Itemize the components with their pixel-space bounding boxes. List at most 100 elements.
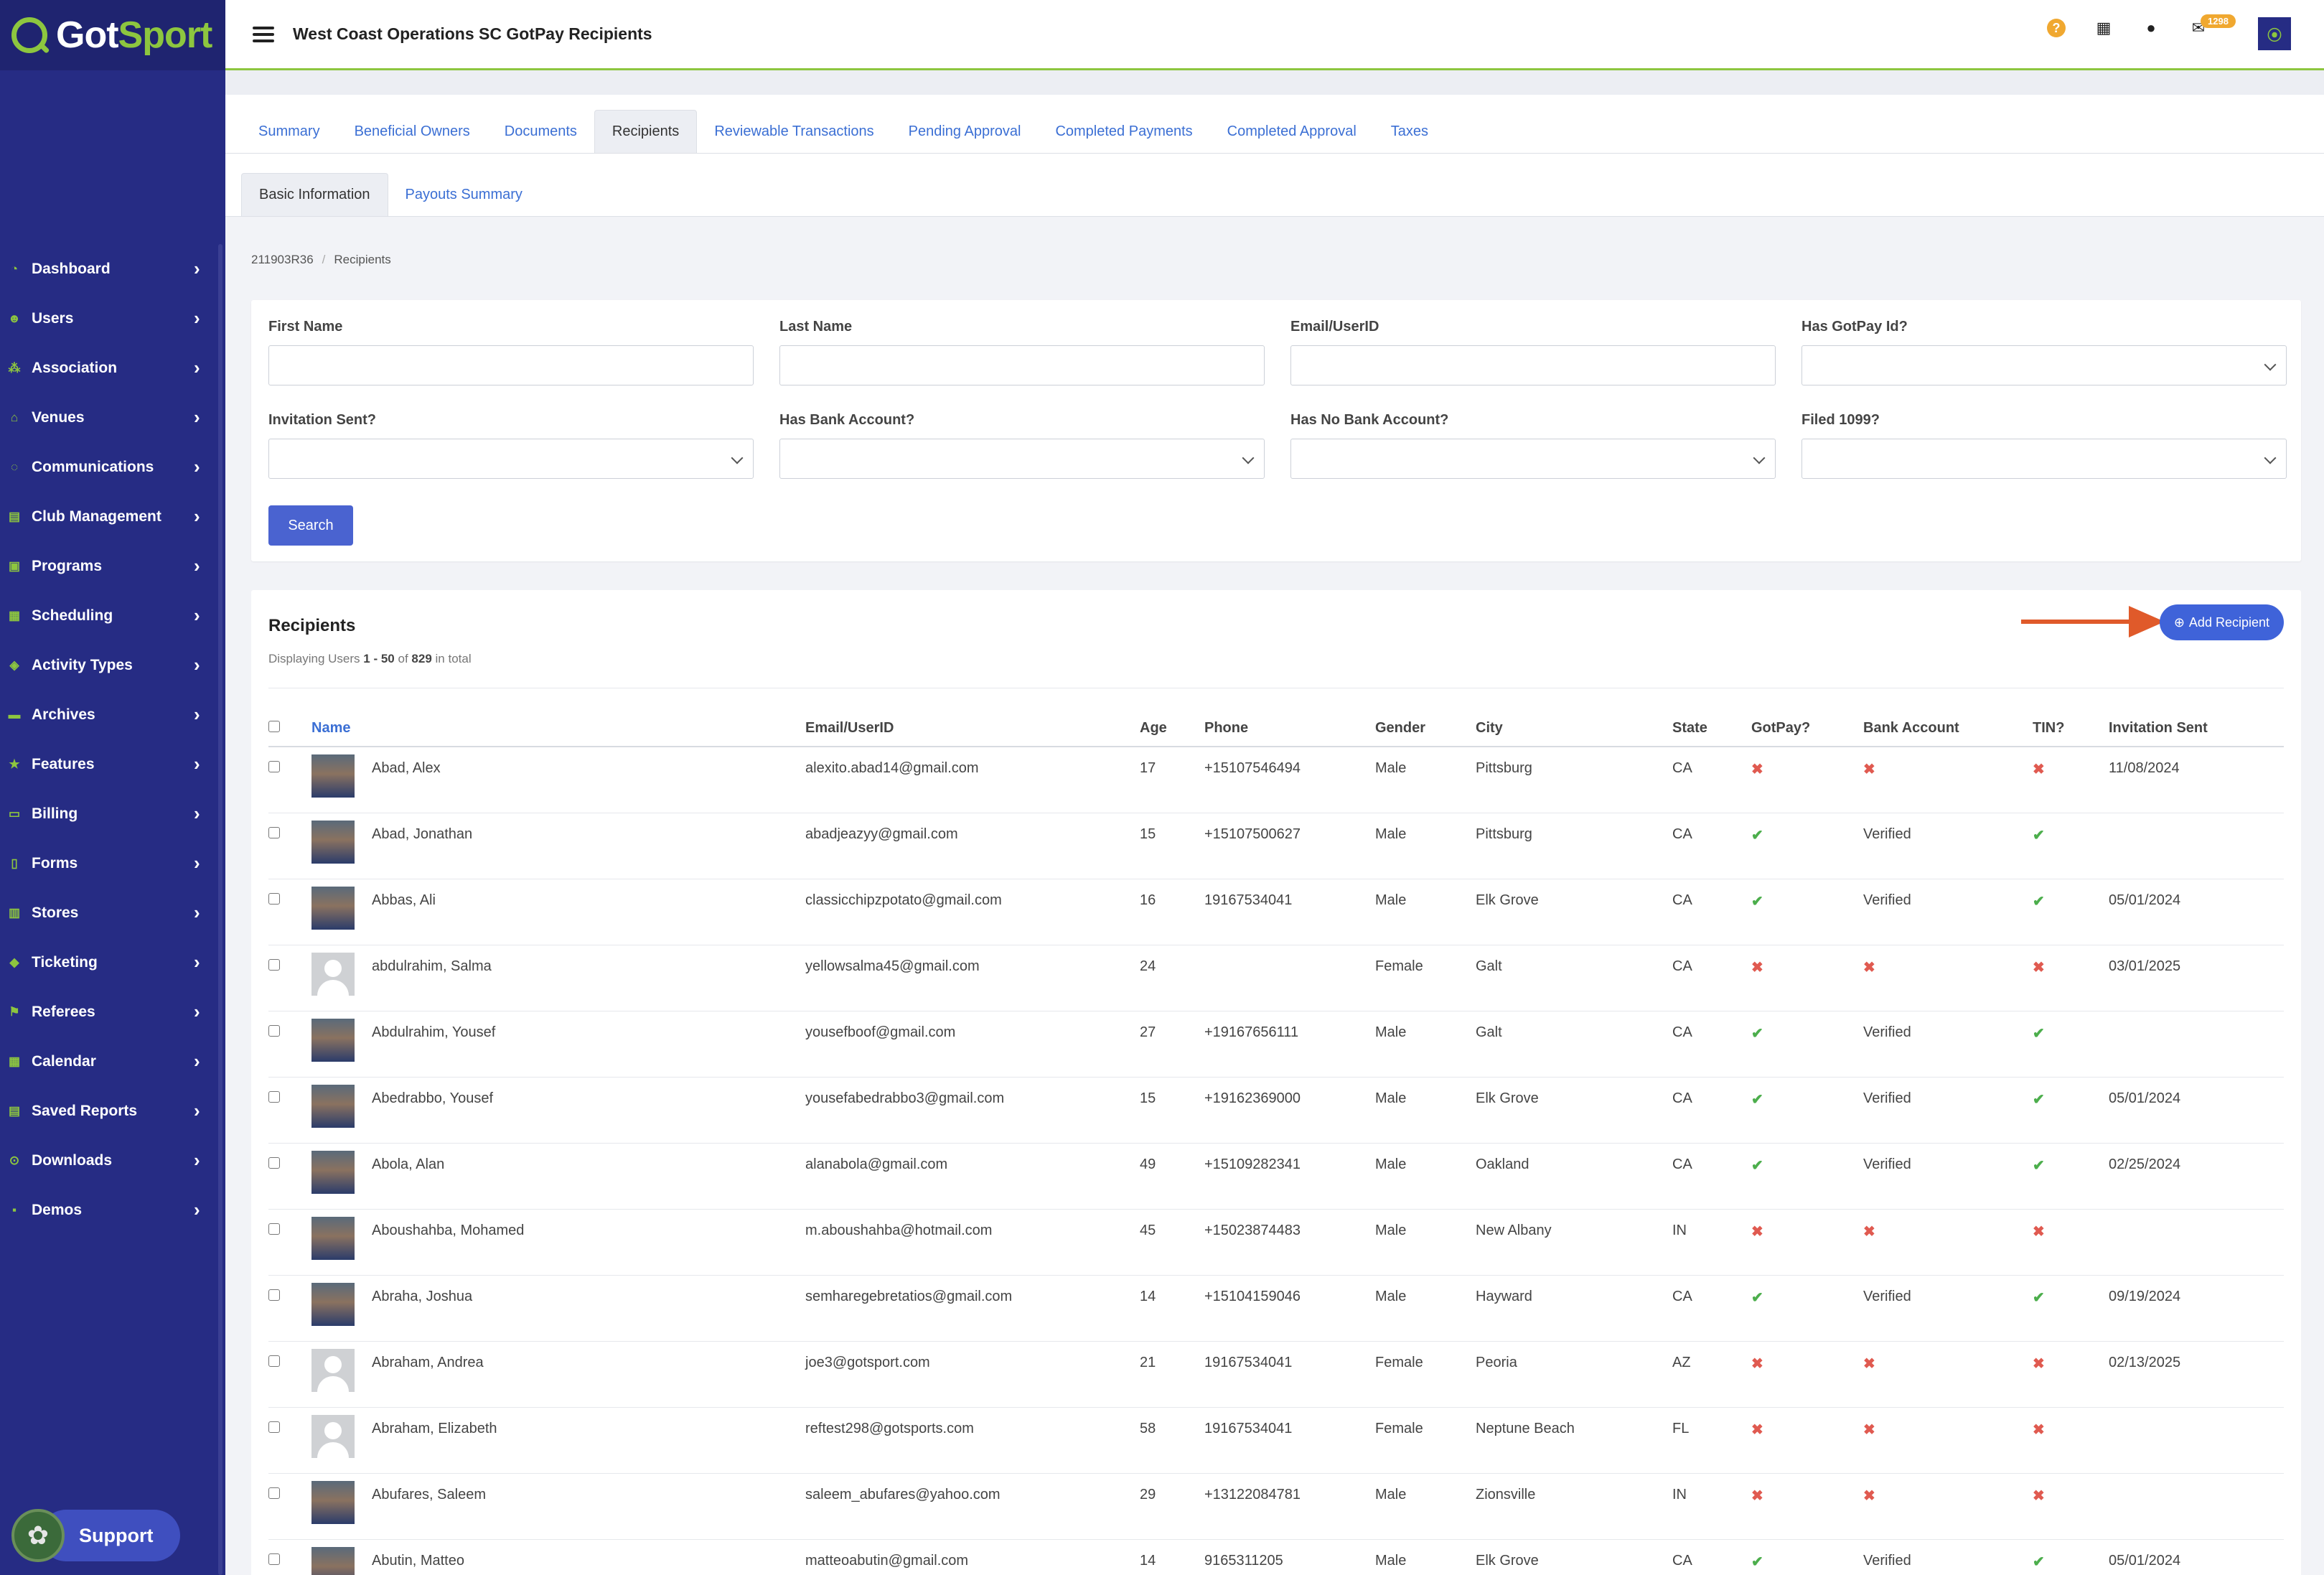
sidebar-item-association[interactable]: ⁂ Association › <box>0 343 215 393</box>
column-header-name[interactable]: Name <box>311 711 805 747</box>
sidebar-item-activity-types[interactable]: ◈ Activity Types › <box>0 640 215 690</box>
email-input[interactable] <box>1290 345 1776 385</box>
recipient-name[interactable]: Abola, Alan <box>372 1156 444 1173</box>
demos-icon: ▪ <box>11 1202 17 1217</box>
has-gotpay-select[interactable] <box>1801 345 2287 385</box>
sidebar-item-downloads[interactable]: ⊙ Downloads › <box>0 1136 215 1185</box>
table-row[interactable]: Abbas, Ali classicchipzpotato@gmail.com 16… <box>268 879 2284 945</box>
account-avatar[interactable]: ⦿ <box>2258 17 2291 50</box>
sidebar-item-ticketing[interactable]: ◆ Ticketing › <box>0 938 215 987</box>
email-label: Email/UserID <box>1290 319 1379 335</box>
sidebar-item-venues[interactable]: ⌂ Venues › <box>0 393 215 442</box>
table-row[interactable]: Abraham, Elizabeth reftest298@gotsports.c… <box>268 1407 2284 1474</box>
table-row[interactable]: Abad, Alex alexito.abad14@gmail.com 17 +151… <box>268 747 2284 813</box>
row-checkbox[interactable] <box>268 892 280 905</box>
sidebar-item-referees[interactable]: ⚑ Referees › <box>0 987 215 1037</box>
recipient-name[interactable]: Abutin, Matteo <box>372 1553 464 1569</box>
row-checkbox[interactable] <box>268 958 280 971</box>
tab-reviewable-transactions[interactable]: Reviewable Transactions <box>697 110 891 153</box>
row-checkbox[interactable] <box>268 1487 280 1499</box>
has-bank-select[interactable] <box>779 439 1265 479</box>
sidebar-item-forms[interactable]: ▯ Forms › <box>0 838 215 888</box>
support-widget[interactable]: ✿ Support <box>11 1509 181 1562</box>
table-row[interactable]: Abola, Alan alanabola@gmail.com 49 +1510928… <box>268 1143 2284 1210</box>
search-button[interactable]: Search <box>268 505 353 546</box>
sidebar-scrollbar[interactable] <box>218 244 222 1575</box>
row-checkbox[interactable] <box>268 1156 280 1169</box>
sidebar-item-scheduling[interactable]: ▦ Scheduling › <box>0 591 215 640</box>
row-checkbox[interactable] <box>268 1355 280 1367</box>
row-checkbox[interactable] <box>268 1289 280 1301</box>
tab-completed-payments[interactable]: Completed Payments <box>1038 110 1209 153</box>
filed-1099-select[interactable] <box>1801 439 2287 479</box>
qr-code-icon[interactable]: ▦ <box>2094 19 2113 37</box>
recipient-state: CA <box>1672 1077 1751 1144</box>
sidebar-item-features[interactable]: ★ Features › <box>0 739 215 789</box>
recipient-name[interactable]: Abraha, Joshua <box>372 1289 472 1305</box>
tab-documents[interactable]: Documents <box>487 110 594 153</box>
breadcrumb-code[interactable]: 211903R36 <box>251 253 314 266</box>
table-row[interactable]: Abraha, Joshua semharegebretatios@gmail.c… <box>268 1275 2284 1342</box>
row-checkbox[interactable] <box>268 1090 280 1103</box>
recipient-gender: Male <box>1375 1275 1476 1342</box>
tab-recipients[interactable]: Recipients <box>594 110 698 153</box>
row-checkbox[interactable] <box>268 1421 280 1433</box>
mail-icon[interactable]: ✉ 1298 <box>2189 14 2236 37</box>
hamburger-menu-icon[interactable] <box>253 26 274 42</box>
row-checkbox[interactable] <box>268 826 280 838</box>
recipient-name[interactable]: Abraham, Andrea <box>372 1355 484 1371</box>
table-row[interactable]: Abad, Jonathan abadjeazyy@gmail.com 15 +151… <box>268 813 2284 879</box>
user-icon[interactable]: ● <box>2142 19 2160 37</box>
sidebar-item-programs[interactable]: ▣ Programs › <box>0 541 215 591</box>
sidebar-item-club-management[interactable]: ▤ Club Management › <box>0 492 215 541</box>
recipient-name[interactable]: Abdulrahim, Yousef <box>372 1024 495 1041</box>
table-row[interactable]: Abufares, Saleem saleem_abufares@yahoo.co… <box>268 1473 2284 1540</box>
row-checkbox[interactable] <box>268 761 280 772</box>
tab-beneficial-owners[interactable]: Beneficial Owners <box>337 110 487 153</box>
subtab-payouts-summary[interactable]: Payouts Summary <box>388 173 540 216</box>
invitation-sent-select[interactable] <box>268 439 754 479</box>
tab-summary[interactable]: Summary <box>241 110 337 153</box>
subtab-basic-information[interactable]: Basic Information <box>241 173 388 216</box>
tab-completed-approval[interactable]: Completed Approval <box>1210 110 1374 153</box>
support-avatar-icon[interactable]: ✿ <box>11 1509 65 1562</box>
sidebar-item-dashboard[interactable]: ◔ Dashboard › <box>0 244 215 294</box>
sidebar-item-demos[interactable]: ▪ Demos › <box>0 1185 215 1235</box>
sidebar-item-users[interactable]: ☻ Users › <box>0 294 215 343</box>
table-row[interactable]: Abedrabbo, Yousef yousefabedrabbo3@gmail.… <box>268 1077 2284 1144</box>
select-all-checkbox[interactable] <box>268 721 280 732</box>
recipient-name[interactable]: Abraham, Elizabeth <box>372 1421 497 1437</box>
recipient-bank-account: ✖ <box>1863 1473 2033 1540</box>
recipient-name[interactable]: Abad, Alex <box>372 760 441 777</box>
table-row[interactable]: Abutin, Matteo matteoabutin@gmail.com 14 91… <box>268 1539 2284 1575</box>
row-checkbox[interactable] <box>268 1553 280 1565</box>
row-checkbox[interactable] <box>268 1223 280 1235</box>
sidebar-item-archives[interactable]: ▬ Archives › <box>0 690 215 739</box>
recipient-name[interactable]: Abbas, Ali <box>372 892 436 909</box>
brand-got: Got <box>56 14 119 56</box>
table-row[interactable]: abdulrahim, Salma yellowsalma45@gmail.com… <box>268 945 2284 1011</box>
has-no-bank-select[interactable] <box>1290 439 1776 479</box>
sidebar-item-calendar[interactable]: ▦ Calendar › <box>0 1037 215 1086</box>
table-row[interactable]: Abdulrahim, Yousef yousefboof@gmail.com 27… <box>268 1011 2284 1078</box>
recipient-name[interactable]: Abad, Jonathan <box>372 826 472 843</box>
recipient-name[interactable]: Abedrabbo, Yousef <box>372 1090 493 1107</box>
recipient-state: CA <box>1672 1011 1751 1078</box>
recipient-name[interactable]: abdulrahim, Salma <box>372 958 492 975</box>
last-name-input[interactable] <box>779 345 1265 385</box>
brand-logo[interactable]: GotSport <box>0 0 225 70</box>
tab-pending-approval[interactable]: Pending Approval <box>891 110 1039 153</box>
sidebar-item-communications[interactable]: ◌ Communications › <box>0 442 215 492</box>
row-checkbox[interactable] <box>268 1024 280 1037</box>
table-row[interactable]: Aboushahba, Mohamed m.aboushahba@hotmail.… <box>268 1209 2284 1276</box>
sidebar-item-billing[interactable]: ▭ Billing › <box>0 789 215 838</box>
sidebar-item-saved-reports[interactable]: ▤ Saved Reports › <box>0 1086 215 1136</box>
table-row[interactable]: Abraham, Andrea joe3@gotsport.com 21 191675… <box>268 1341 2284 1408</box>
add-recipient-button[interactable]: ⊕ Add Recipient <box>2159 604 2284 640</box>
first-name-input[interactable] <box>268 345 754 385</box>
sidebar-item-stores[interactable]: ▥ Stores › <box>0 888 215 938</box>
recipient-name[interactable]: Abufares, Saleem <box>372 1487 486 1503</box>
help-icon[interactable]: ? <box>2047 19 2066 37</box>
tab-taxes[interactable]: Taxes <box>1374 110 1446 153</box>
recipient-name[interactable]: Aboushahba, Mohamed <box>372 1223 524 1239</box>
